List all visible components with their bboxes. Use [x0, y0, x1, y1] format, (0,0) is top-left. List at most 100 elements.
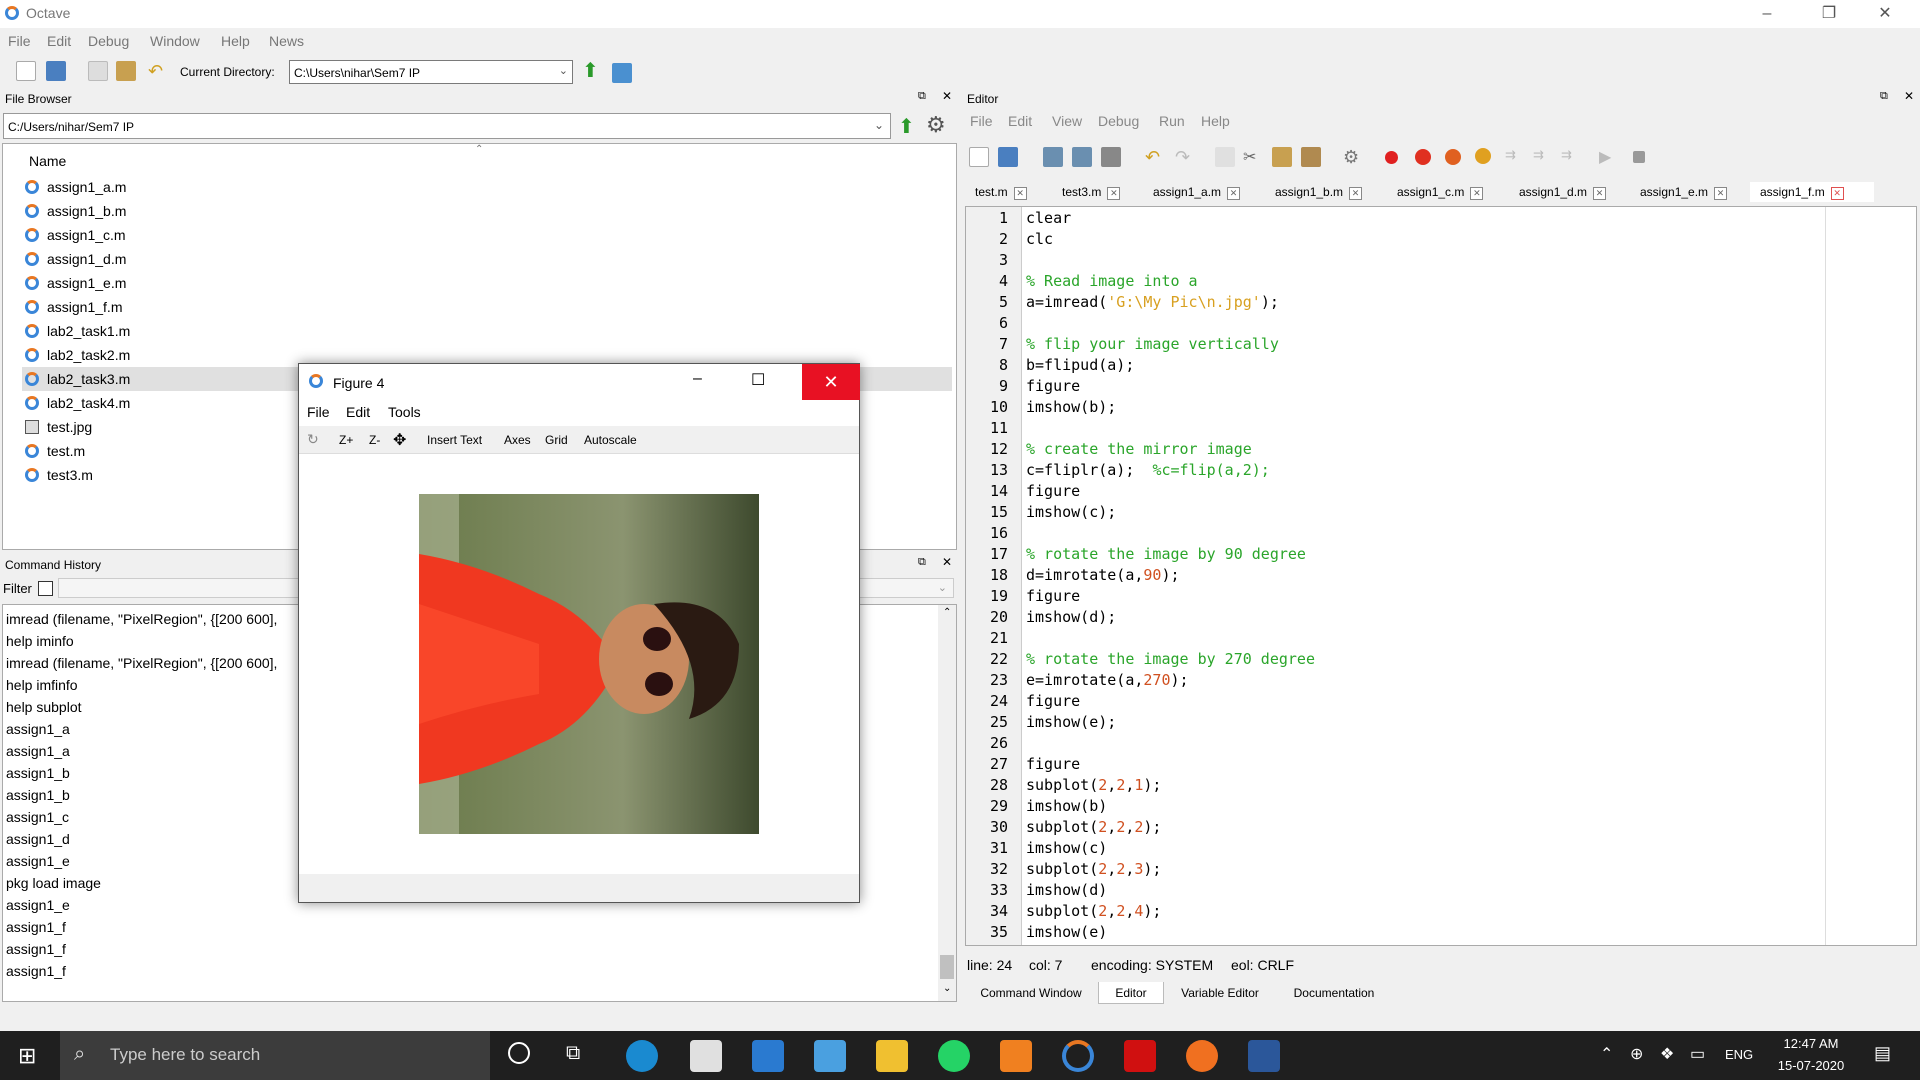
edge-icon[interactable] — [626, 1040, 658, 1072]
menu-news[interactable]: News — [269, 33, 304, 49]
editor-tab[interactable]: assign1_e.m ✕ — [1630, 182, 1748, 202]
history-item[interactable]: assign1_b — [6, 784, 70, 806]
editor-tab[interactable]: test.m ✕ — [965, 182, 1045, 202]
new-file-icon[interactable] — [16, 61, 36, 81]
redo-icon[interactable]: ↷ — [1175, 147, 1195, 167]
step-icon[interactable]: ⇉ — [1505, 147, 1525, 167]
file-browser-path-combo[interactable]: C:/Users/nihar/Sem7 IP ⌄ — [3, 113, 891, 139]
windows-start-icon[interactable]: ⊞ — [18, 1043, 36, 1069]
menu-window[interactable]: Window — [150, 33, 200, 49]
copy-icon[interactable] — [1215, 147, 1235, 167]
close-tab-icon[interactable]: ✕ — [1830, 187, 1844, 200]
history-scrollbar[interactable]: ⌃ ⌄ — [938, 605, 956, 1001]
gear-icon[interactable]: ⚙ — [926, 112, 946, 138]
axes-button[interactable]: Axes — [504, 433, 531, 447]
zoom-in-button[interactable]: Z+ — [339, 433, 353, 447]
close-tab-icon[interactable]: ✕ — [1593, 187, 1607, 200]
step-in-icon[interactable]: ⇉ — [1533, 147, 1553, 167]
up-directory-icon[interactable]: ⬆ — [582, 61, 602, 82]
scroll-thumb[interactable] — [940, 955, 954, 979]
paste-icon[interactable] — [1272, 147, 1292, 167]
clock-time[interactable]: 12:47 AM — [1776, 1036, 1846, 1051]
tab-variable-editor[interactable]: Variable Editor — [1166, 982, 1274, 1004]
history-item[interactable]: imread (filename, "PixelRegion", {[200 6… — [6, 608, 277, 630]
close-button[interactable]: ✕ — [802, 364, 860, 400]
menu-debug[interactable]: Debug — [88, 33, 129, 49]
clock-date[interactable]: 15-07-2020 — [1768, 1058, 1854, 1073]
task-view-icon[interactable]: ⧉ — [566, 1042, 580, 1065]
prev-breakpoint-icon[interactable] — [1415, 149, 1431, 165]
name-column-header[interactable]: Name — [29, 153, 66, 169]
autoscale-button[interactable]: Autoscale — [584, 433, 637, 447]
figure-menu-tools[interactable]: Tools — [388, 404, 421, 420]
scroll-up-icon[interactable]: ⌃ — [943, 607, 951, 618]
undo-icon[interactable]: ↶ — [1145, 147, 1165, 167]
close-tab-icon[interactable]: ✕ — [1013, 187, 1027, 200]
undock-icon[interactable]: ⧉ — [918, 556, 926, 569]
dropbox-icon[interactable]: ❖ — [1660, 1044, 1674, 1064]
zoom-out-button[interactable]: Z- — [369, 433, 380, 447]
next-breakpoint-icon[interactable] — [1445, 149, 1461, 165]
file-list-item[interactable]: assign1_d.m — [22, 247, 952, 271]
file-list-item[interactable]: assign1_e.m — [22, 271, 952, 295]
tab-editor[interactable]: Editor — [1098, 982, 1164, 1004]
history-item[interactable]: assign1_f — [6, 960, 66, 982]
find-icon[interactable] — [1301, 147, 1321, 167]
clear-breakpoints-icon[interactable] — [1475, 148, 1491, 164]
tab-command-window[interactable]: Command Window — [965, 982, 1097, 1004]
network-icon[interactable]: ⊕ — [1630, 1044, 1643, 1064]
history-item[interactable]: assign1_a — [6, 718, 70, 740]
run-icon[interactable]: ▶ — [1599, 147, 1619, 167]
figure-menu-file[interactable]: File — [307, 404, 330, 420]
close-tab-icon[interactable]: ✕ — [1470, 187, 1484, 200]
pan-icon[interactable]: ✥ — [393, 430, 406, 450]
taskbar-search-box[interactable]: ⌕ Type here to search — [60, 1031, 490, 1080]
firefox-icon[interactable] — [1186, 1040, 1218, 1072]
menu-edit[interactable]: Edit — [47, 33, 71, 49]
history-item[interactable]: assign1_d — [6, 828, 70, 850]
file-list-item[interactable]: assign1_c.m — [22, 223, 952, 247]
file-explorer-icon[interactable] — [876, 1040, 908, 1072]
undo-icon[interactable]: ↶ — [148, 61, 168, 81]
chevron-up-icon[interactable]: ⌃ — [1600, 1044, 1613, 1064]
editor-menu-debug[interactable]: Debug — [1098, 113, 1139, 129]
mail-icon[interactable] — [752, 1040, 784, 1072]
history-item[interactable]: assign1_f — [6, 938, 66, 960]
octave-taskbar-icon[interactable] — [1062, 1040, 1094, 1072]
step-out-icon[interactable]: ⇉ — [1561, 147, 1581, 167]
save-as-icon[interactable] — [1072, 147, 1092, 167]
language-indicator[interactable]: ENG — [1725, 1047, 1753, 1062]
scroll-down-icon[interactable]: ⌄ — [943, 983, 951, 994]
editor-tab[interactable]: test3.m ✕ — [1052, 182, 1142, 202]
file-list-item[interactable]: assign1_b.m — [22, 199, 952, 223]
store-icon[interactable] — [690, 1040, 722, 1072]
cortana-icon[interactable] — [508, 1042, 530, 1064]
print-icon[interactable] — [1101, 147, 1121, 167]
history-item[interactable]: assign1_e — [6, 850, 70, 872]
history-item[interactable]: assign1_f — [6, 916, 66, 938]
close-dock-icon[interactable]: ✕ — [1904, 89, 1914, 103]
history-item[interactable]: assign1_b — [6, 762, 70, 784]
undock-icon[interactable]: ⧉ — [1880, 90, 1888, 103]
tab-documentation[interactable]: Documentation — [1280, 982, 1388, 1004]
insert-text-button[interactable]: Insert Text — [427, 433, 482, 447]
editor-tab[interactable]: assign1_b.m ✕ — [1265, 182, 1385, 202]
editor-menu-view[interactable]: View — [1052, 113, 1082, 129]
app-icon[interactable] — [814, 1040, 846, 1072]
new-file-icon[interactable] — [969, 147, 989, 167]
maximize-button[interactable]: ☐ — [751, 370, 765, 390]
stop-icon[interactable] — [1633, 151, 1645, 163]
close-tab-icon[interactable]: ✕ — [1714, 187, 1728, 200]
undock-icon[interactable]: ⧉ — [918, 90, 926, 103]
close-tab-icon[interactable]: ✕ — [1107, 187, 1121, 200]
close-tab-icon[interactable]: ✕ — [1349, 187, 1363, 200]
history-item[interactable]: assign1_a — [6, 740, 70, 762]
settings-icon[interactable]: ⚙ — [1343, 147, 1363, 167]
current-directory-combo[interactable]: C:\Users\nihar\Sem7 IP ⌄ — [289, 60, 573, 84]
paste-icon[interactable] — [116, 61, 136, 81]
history-item[interactable]: help subplot — [6, 696, 82, 718]
vlc-icon[interactable] — [1000, 1040, 1032, 1072]
code-text[interactable]: clear clc % Read image into a a=imread('G:… — [1026, 208, 1315, 943]
open-folder-icon[interactable] — [998, 147, 1018, 167]
figure-menu-edit[interactable]: Edit — [346, 404, 370, 420]
